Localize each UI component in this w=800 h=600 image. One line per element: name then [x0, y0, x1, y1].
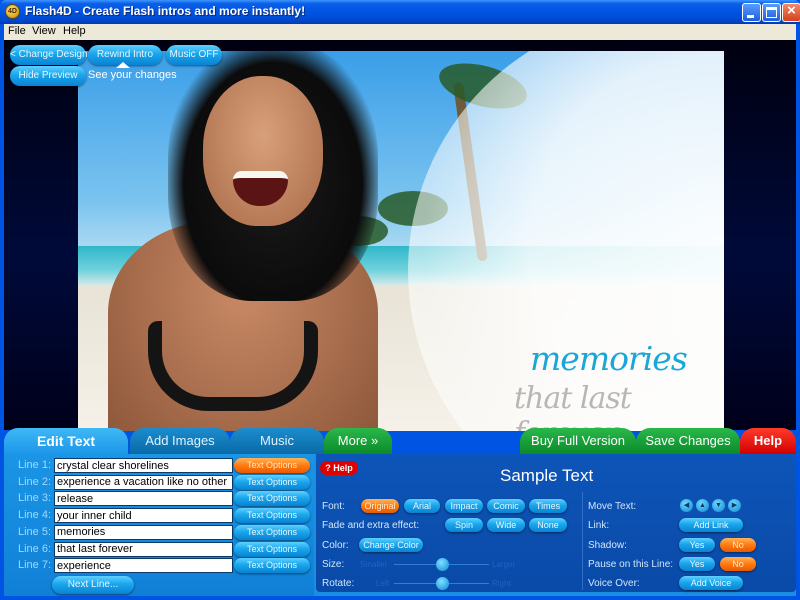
tab-add-images[interactable]: Add Images [130, 428, 230, 454]
maximize-icon [766, 7, 777, 18]
line-label: Line 6: [18, 542, 52, 555]
rotate-max-label: Right [492, 579, 511, 588]
window-title: Flash4D - Create Flash intros and more i… [25, 4, 306, 18]
preview-image: memories that last forever [78, 51, 724, 431]
size-min-label: Smaller [360, 560, 388, 569]
shadow-yes-button[interactable]: Yes [679, 538, 715, 552]
tab-edit-text[interactable]: Edit Text [4, 428, 128, 454]
menu-help[interactable]: Help [63, 25, 86, 37]
size-slider-thumb[interactable] [435, 558, 449, 571]
line-label: Line 1: [18, 459, 52, 471]
color-label: Color: [322, 540, 349, 551]
line-7-text-options-button[interactable]: Text Options [234, 558, 310, 574]
save-changes-button[interactable]: Save Changes [636, 428, 740, 454]
move-left-button[interactable]: ◀ [680, 499, 693, 512]
move-up-button[interactable]: ▲ [696, 499, 709, 512]
line-5-input[interactable] [54, 524, 233, 540]
line-2-input[interactable] [54, 474, 233, 490]
font-comic-button[interactable]: Comic [487, 499, 525, 513]
line-4-input[interactable] [54, 508, 233, 524]
line-label: Line 7: [18, 559, 52, 572]
link-label: Link: [588, 520, 610, 531]
line-label: Line 5: [18, 525, 52, 538]
font-label: Font: [322, 501, 345, 512]
line-label: Line 2: [18, 475, 52, 488]
size-label: Size: [322, 559, 345, 570]
lines-panel: Line 1: Text Options Line 2: Text Options Li… [4, 454, 314, 596]
pause-yes-button[interactable]: Yes [679, 557, 715, 571]
line-1-input[interactable] [54, 458, 233, 473]
text-options-panel: ? Help Sample Text Font: Original Arial … [316, 454, 796, 592]
line-5-text-options-button[interactable]: Text Options [234, 524, 310, 540]
rotate-label: Rotate: [322, 578, 355, 589]
edit-panel: Line 1: Text Options Line 2: Text Options Li… [4, 454, 796, 596]
music-off-button[interactable]: Music OFF [166, 45, 222, 65]
close-button[interactable]: × [782, 2, 800, 22]
menu-bar: File View Help [4, 24, 796, 40]
menu-file[interactable]: File [8, 25, 26, 37]
add-link-button[interactable]: Add Link [679, 518, 743, 532]
rotate-slider-thumb[interactable] [435, 577, 449, 590]
hide-preview-button[interactable]: Hide Preview [10, 66, 86, 86]
line-3-text-options-button[interactable]: Text Options [234, 491, 310, 507]
app-window: 4D Flash4D - Create Flash intros and mor… [0, 0, 800, 600]
line-1-text-options-button[interactable]: Text Options [234, 458, 310, 473]
app-logo-icon: 4D [5, 4, 20, 19]
preview-caption-line1: memories [530, 339, 688, 378]
preview-caption-line2: that last forever [514, 381, 632, 431]
shadow-no-button[interactable]: No [720, 538, 756, 552]
line-7-input[interactable] [54, 558, 233, 574]
options-divider [582, 492, 583, 590]
minimize-icon [747, 15, 754, 18]
effect-label: Fade and extra effect: [322, 520, 420, 531]
menu-view[interactable]: View [32, 25, 56, 37]
font-arial-button[interactable]: Arial [404, 499, 440, 513]
size-max-label: Larger [492, 560, 516, 569]
next-line-button[interactable]: Next Line... [52, 576, 134, 594]
bikini [148, 321, 318, 411]
minimize-button[interactable] [742, 3, 761, 22]
pause-no-button[interactable]: No [720, 557, 756, 571]
title-bar: 4D Flash4D - Create Flash intros and mor… [0, 0, 800, 24]
voice-over-label: Voice Over: [588, 578, 640, 589]
rotate-min-label: Left [376, 579, 390, 588]
tab-music[interactable]: Music [230, 428, 324, 454]
line-6-text-options-button[interactable]: Text Options [234, 541, 310, 557]
line-3-input[interactable] [54, 491, 233, 507]
effect-wide-button[interactable]: Wide [487, 518, 525, 532]
help-button[interactable]: ? Help [320, 461, 358, 475]
arrow-up-icon: ▲ [699, 502, 706, 509]
move-text-label: Move Text: [588, 501, 637, 512]
help-tab-button[interactable]: Help [740, 428, 796, 454]
font-impact-button[interactable]: Impact [445, 499, 483, 513]
move-down-button[interactable]: ▼ [712, 499, 725, 512]
effect-spin-button[interactable]: Spin [445, 518, 483, 532]
change-color-button[interactable]: Change Color [359, 538, 423, 552]
line-6-input[interactable] [54, 541, 233, 557]
font-original-button[interactable]: Original [361, 499, 399, 513]
tab-more[interactable]: More » [324, 428, 392, 454]
see-changes-hint: See your changes [88, 69, 177, 81]
font-times-button[interactable]: Times [529, 499, 567, 513]
change-design-button[interactable]: < Change Design [10, 45, 88, 65]
line-2-text-options-button[interactable]: Text Options [234, 474, 310, 490]
arrow-down-icon: ▼ [715, 502, 722, 509]
add-voice-button[interactable]: Add Voice [679, 576, 743, 590]
arrow-right-icon: ▶ [731, 502, 738, 509]
sample-text-title: Sample Text [500, 466, 594, 485]
shadow-label: Shadow: [588, 540, 627, 551]
close-icon: × [787, 2, 796, 19]
line-4-text-options-button[interactable]: Text Options [234, 508, 310, 524]
tab-bar: Edit Text Add Images Music More » Buy Fu… [4, 428, 796, 454]
caret-up-icon [116, 62, 130, 68]
maximize-button[interactable] [762, 3, 781, 22]
effect-none-button[interactable]: None [529, 518, 567, 532]
pause-label: Pause on this Line: [588, 559, 674, 570]
buy-full-version-button[interactable]: Buy Full Version [520, 428, 636, 454]
line-label: Line 3: [18, 492, 52, 505]
arrow-left-icon: ◀ [683, 502, 690, 509]
preview-stage: memories that last forever < Change Desi… [4, 40, 796, 431]
line-label: Line 4: [18, 509, 52, 522]
move-right-button[interactable]: ▶ [728, 499, 741, 512]
